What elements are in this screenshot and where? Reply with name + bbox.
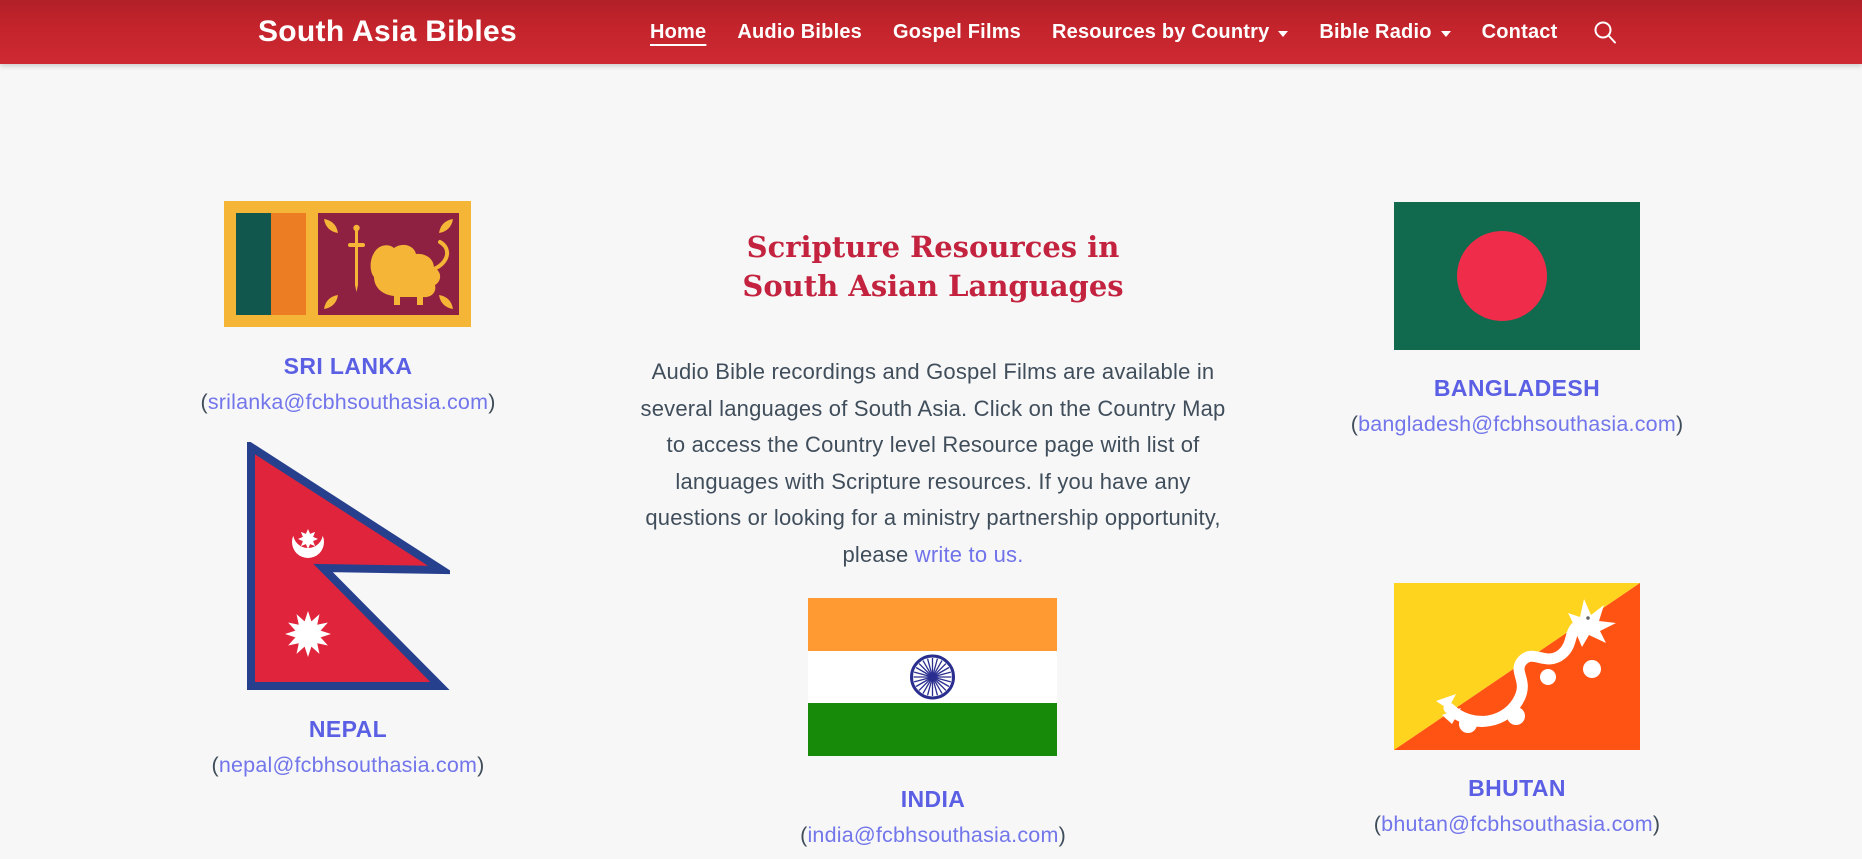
intro-text: Audio Bible recordings and Gospel Films … bbox=[641, 359, 1226, 567]
country-label-bhutan[interactable]: BHUTAN bbox=[1317, 775, 1717, 802]
chevron-down-icon bbox=[1278, 31, 1288, 37]
paren-close: ) bbox=[477, 753, 484, 777]
email-row-sri-lanka: (srilanka@fcbhsouthasia.com) bbox=[118, 390, 578, 415]
country-label-bangladesh[interactable]: BANGLADESH bbox=[1317, 375, 1717, 402]
email-row-bhutan: (bhutan@fcbhsouthasia.com) bbox=[1287, 812, 1747, 837]
page-title-line1: Scripture Resources in bbox=[683, 228, 1183, 267]
bangladesh-flag[interactable] bbox=[1394, 202, 1640, 350]
email-link-bhutan[interactable]: bhutan@fcbhsouthasia.com bbox=[1381, 812, 1653, 836]
nepal-flag[interactable] bbox=[246, 442, 450, 692]
top-navbar: South Asia Bibles Home Audio Bibles Gosp… bbox=[0, 0, 1862, 64]
paren-close: ) bbox=[1653, 812, 1660, 836]
nav-item-home[interactable]: Home bbox=[650, 21, 706, 44]
chevron-down-icon bbox=[1441, 31, 1451, 37]
paren-close: ) bbox=[1059, 823, 1066, 847]
email-link-bangladesh[interactable]: bangladesh@fcbhsouthasia.com bbox=[1358, 412, 1676, 436]
main-nav: Home Audio Bibles Gospel Films Resources… bbox=[650, 0, 1618, 64]
write-to-us-link[interactable]: write to us. bbox=[915, 542, 1024, 567]
country-label-sri-lanka[interactable]: SRI LANKA bbox=[148, 353, 548, 380]
page-title-line2: South Asian Languages bbox=[683, 267, 1183, 306]
site-title[interactable]: South Asia Bibles bbox=[258, 0, 517, 64]
email-link-india[interactable]: india@fcbhsouthasia.com bbox=[807, 823, 1058, 847]
country-label-nepal[interactable]: NEPAL bbox=[148, 716, 548, 743]
paren-close: ) bbox=[1676, 412, 1683, 436]
nav-home-label: Home bbox=[650, 21, 706, 44]
nav-resources-label: Resources by Country bbox=[1052, 21, 1269, 44]
email-row-bangladesh: (bangladesh@fcbhsouthasia.com) bbox=[1287, 412, 1747, 437]
nav-gospel-films-label: Gospel Films bbox=[893, 21, 1021, 44]
nav-item-bible-radio[interactable]: Bible Radio bbox=[1319, 21, 1450, 44]
nav-item-audio-bibles[interactable]: Audio Bibles bbox=[737, 21, 862, 44]
search-button[interactable] bbox=[1592, 19, 1618, 46]
nav-contact-label: Contact bbox=[1482, 21, 1558, 44]
sri-lanka-flag[interactable] bbox=[224, 201, 471, 327]
email-link-nepal[interactable]: nepal@fcbhsouthasia.com bbox=[219, 753, 477, 777]
paren-close: ) bbox=[488, 390, 495, 414]
country-label-india[interactable]: INDIA bbox=[733, 786, 1133, 813]
paren-open: ( bbox=[211, 753, 218, 777]
email-link-sri-lanka[interactable]: srilanka@fcbhsouthasia.com bbox=[208, 390, 488, 414]
bhutan-flag[interactable] bbox=[1394, 583, 1640, 750]
nav-audio-bibles-label: Audio Bibles bbox=[737, 21, 862, 44]
nav-item-resources-by-country[interactable]: Resources by Country bbox=[1052, 21, 1288, 44]
email-row-india: (india@fcbhsouthasia.com) bbox=[703, 823, 1163, 848]
india-flag[interactable] bbox=[808, 598, 1057, 756]
nav-item-gospel-films[interactable]: Gospel Films bbox=[893, 21, 1021, 44]
paren-open: ( bbox=[1351, 412, 1358, 436]
email-row-nepal: (nepal@fcbhsouthasia.com) bbox=[118, 753, 578, 778]
page: South Asia Bibles Home Audio Bibles Gosp… bbox=[0, 0, 1862, 859]
search-icon bbox=[1592, 19, 1618, 46]
page-title: Scripture Resources in South Asian Langu… bbox=[683, 228, 1183, 306]
intro-paragraph: Audio Bible recordings and Gospel Films … bbox=[638, 354, 1228, 573]
nav-item-contact[interactable]: Contact bbox=[1482, 21, 1558, 44]
nav-bible-radio-label: Bible Radio bbox=[1319, 21, 1431, 44]
paren-open: ( bbox=[200, 390, 207, 414]
